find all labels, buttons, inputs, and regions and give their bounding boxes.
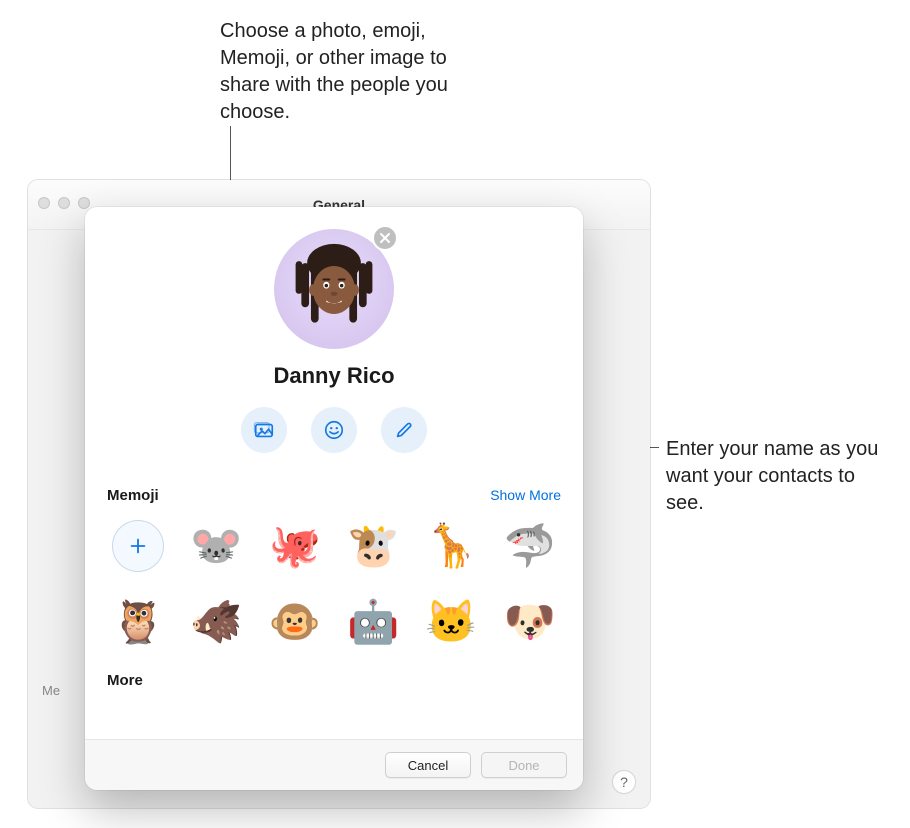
monkey-memoji[interactable]: 🐵: [267, 594, 323, 650]
done-button[interactable]: Done: [481, 752, 567, 778]
robot-memoji[interactable]: 🤖: [345, 594, 401, 650]
cat-memoji[interactable]: 🐱: [423, 594, 479, 650]
photo-icon: [253, 419, 275, 441]
boar-memoji[interactable]: 🐗: [188, 594, 244, 650]
close-icon: [379, 232, 391, 244]
background-label: Me: [42, 683, 60, 698]
zoom-window-button[interactable]: [78, 197, 90, 209]
memoji-grid: 🐭 🐙 🐮 🦒 🦈 🦉 🐗 🐵 🤖 🐱 🐶: [85, 504, 583, 652]
window-controls[interactable]: [38, 197, 90, 209]
more-section-title: More: [85, 652, 583, 689]
edit-name-button[interactable]: [381, 407, 427, 453]
close-window-button[interactable]: [38, 197, 50, 209]
emoji-icon: [323, 419, 345, 441]
choose-photo-button[interactable]: [241, 407, 287, 453]
action-row: [107, 407, 561, 453]
choose-emoji-button[interactable]: [311, 407, 357, 453]
share-name-photo-dialog: Danny Rico: [85, 207, 583, 790]
callout-enter-name: Enter your name as you want your contact…: [666, 436, 896, 517]
owl-memoji[interactable]: 🦉: [110, 594, 166, 650]
pencil-icon: [393, 419, 415, 441]
mouse-memoji[interactable]: 🐭: [188, 518, 244, 574]
dog-memoji[interactable]: 🐶: [502, 594, 558, 650]
memoji-avatar-icon: [286, 234, 382, 344]
callout-choose-image: Choose a photo, emoji, Memoji, or other …: [220, 18, 480, 126]
help-button[interactable]: ?: [612, 770, 636, 794]
profile-photo-container: [274, 229, 394, 349]
giraffe-memoji[interactable]: 🦒: [423, 518, 479, 574]
memoji-section-header: Memoji Show More: [85, 487, 583, 504]
cow-memoji[interactable]: 🐮: [345, 518, 401, 574]
octopus-memoji[interactable]: 🐙: [267, 518, 323, 574]
clear-photo-button[interactable]: [372, 225, 398, 251]
minimize-window-button[interactable]: [58, 197, 70, 209]
add-memoji[interactable]: [110, 518, 166, 574]
memoji-section-title: Memoji: [107, 487, 159, 504]
show-more-link[interactable]: Show More: [490, 487, 561, 503]
cancel-button[interactable]: Cancel: [385, 752, 471, 778]
display-name: Danny Rico: [107, 363, 561, 389]
shark-memoji[interactable]: 🦈: [502, 518, 558, 574]
plus-icon: [112, 520, 164, 572]
dialog-footer: Cancel Done: [85, 739, 583, 790]
